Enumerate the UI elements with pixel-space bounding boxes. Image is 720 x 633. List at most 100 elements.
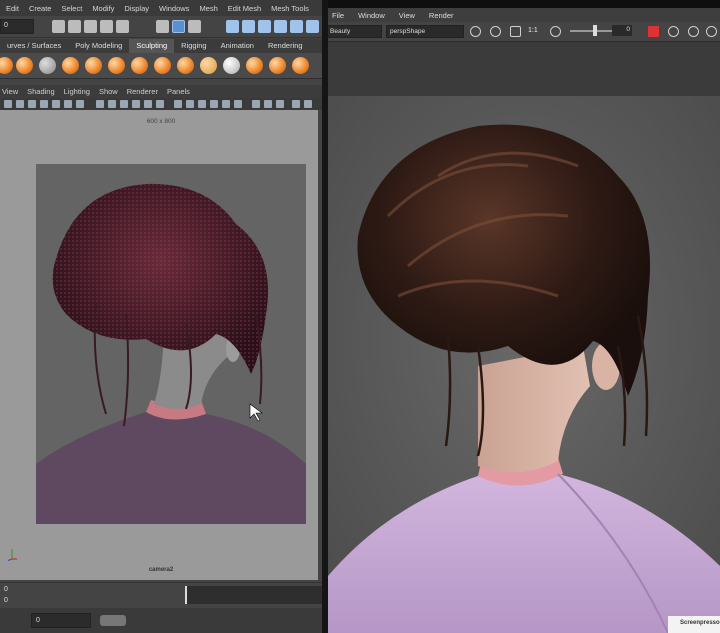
wireframe-icon[interactable] [174,100,182,108]
render-menu-window[interactable]: Window [358,11,385,20]
fill-tool-icon[interactable] [269,57,286,74]
range-start-field[interactable]: 0 [31,613,91,628]
time-slider[interactable] [0,582,322,606]
viewport-menu-renderer[interactable]: Renderer [127,87,158,96]
field-chart-icon[interactable] [132,100,140,108]
ipr-icon[interactable] [490,26,501,37]
viewport-menu-panels[interactable]: Panels [167,87,190,96]
gate-mask-icon[interactable] [120,100,128,108]
undo-icon[interactable] [100,20,113,33]
snap-grid-icon[interactable] [226,20,239,33]
menu-display[interactable]: Display [124,4,149,13]
snap-surface-icon[interactable] [306,20,319,33]
redo-icon[interactable] [116,20,129,33]
snap-view-plane-icon[interactable] [274,20,287,33]
render-menu-view[interactable]: View [399,11,415,20]
select-by-component-icon[interactable] [188,20,201,33]
bookmarks-icon[interactable] [28,100,36,108]
tab-animation[interactable]: Animation [214,39,261,53]
image-plane-icon[interactable] [40,100,48,108]
viewport-menu-show[interactable]: Show [99,87,118,96]
tab-sculpting[interactable]: Sculpting [129,39,175,53]
refresh-icon[interactable] [668,26,679,37]
knife-tool-icon[interactable] [292,57,309,74]
mode-dropdown[interactable]: 0 [0,19,34,34]
menu-create[interactable]: Create [29,4,52,13]
menu-modify[interactable]: Modify [92,4,114,13]
exposure-slider-handle[interactable] [593,25,597,36]
camera-gate-view[interactable] [36,164,306,524]
grease-pencil-icon[interactable] [64,100,72,108]
exposure-icon[interactable] [550,26,561,37]
menu-mesh[interactable]: Mesh [199,4,217,13]
screen-space-ao-icon[interactable] [292,100,300,108]
snap-live-icon[interactable] [290,20,303,33]
film-gate-icon[interactable] [96,100,104,108]
menu-edit-mesh[interactable]: Edit Mesh [228,4,261,13]
new-scene-icon[interactable] [52,20,65,33]
exposure-field[interactable]: 0 [612,25,632,36]
tab-rigging[interactable]: Rigging [174,39,213,53]
playback-toggle-button[interactable] [100,615,126,626]
render-view-toolbar: Beauty perspShape 1:1 [328,22,720,42]
resolution-gate-icon[interactable] [108,100,116,108]
open-scene-icon[interactable] [68,20,81,33]
safe-title-icon[interactable] [156,100,164,108]
motion-blur-icon[interactable] [304,100,312,108]
2d-pan-zoom-icon[interactable] [52,100,60,108]
isolate-select-icon[interactable] [276,100,284,108]
wireframe-on-shaded-icon[interactable] [198,100,206,108]
time-slider-track[interactable] [187,586,322,604]
textured-icon[interactable] [210,100,218,108]
use-all-lights-icon[interactable] [222,100,230,108]
scrape-tool-icon[interactable] [246,57,263,74]
zoom-1to1-button[interactable]: 1:1 [528,27,538,34]
select-by-hierarchy-icon[interactable] [156,20,169,33]
viewport-menu-shading[interactable]: Shading [27,87,55,96]
viewport-menu-view[interactable]: View [2,87,18,96]
gamma-icon[interactable] [688,26,699,37]
view-axis-indicator [7,549,17,561]
spray-tool-icon[interactable] [154,57,171,74]
color-mode-icon[interactable] [706,26,717,37]
relax-tool-icon[interactable] [39,57,56,74]
smooth-tool-icon[interactable] [16,57,33,74]
tab-poly-modeling[interactable]: Poly Modeling [68,39,129,53]
grab-tool-icon[interactable] [62,57,79,74]
xray-joints-icon[interactable] [264,100,272,108]
tab-rendering[interactable]: Rendering [261,39,310,53]
flatten-tool-icon[interactable] [108,57,125,74]
menu-select[interactable]: Select [61,4,82,13]
save-scene-icon[interactable] [84,20,97,33]
snap-point-icon[interactable] [258,20,271,33]
smooth-shade-icon[interactable] [186,100,194,108]
wax-tool-icon[interactable] [223,57,240,74]
render-menu-render[interactable]: Render [429,11,454,20]
menu-windows[interactable]: Windows [159,4,189,13]
menu-mesh-tools[interactable]: Mesh Tools [271,4,309,13]
foamy-tool-icon[interactable] [131,57,148,74]
camera-attributes-icon[interactable] [4,100,12,108]
shadows-icon[interactable] [234,100,242,108]
select-by-object-icon[interactable] [172,20,185,33]
camera-dropdown[interactable]: perspShape [386,25,464,38]
snapshot-icon[interactable] [510,26,521,37]
render-layer-dropdown[interactable]: Beauty [328,25,382,38]
safe-action-icon[interactable] [144,100,152,108]
grid-icon[interactable] [76,100,84,108]
stop-render-icon[interactable] [648,26,659,37]
repeat-tool-icon[interactable] [177,57,194,74]
pinch-tool-icon[interactable] [85,57,102,74]
resolution-gate-label: 600 x 800 [146,118,176,125]
xray-icon[interactable] [252,100,260,108]
tab-curves-surfaces[interactable]: urves / Surfaces [0,39,68,53]
camera-lock-icon[interactable] [16,100,24,108]
imprint-tool-icon[interactable] [200,57,217,74]
render-menu-file[interactable]: File [332,11,344,20]
render-icon[interactable] [470,26,481,37]
snap-curve-icon[interactable] [242,20,255,33]
menu-edit[interactable]: Edit [6,4,19,13]
status-line: 0 [0,16,322,38]
sculpt-tool-icon[interactable] [0,57,13,74]
viewport-menu-lighting[interactable]: Lighting [64,87,90,96]
